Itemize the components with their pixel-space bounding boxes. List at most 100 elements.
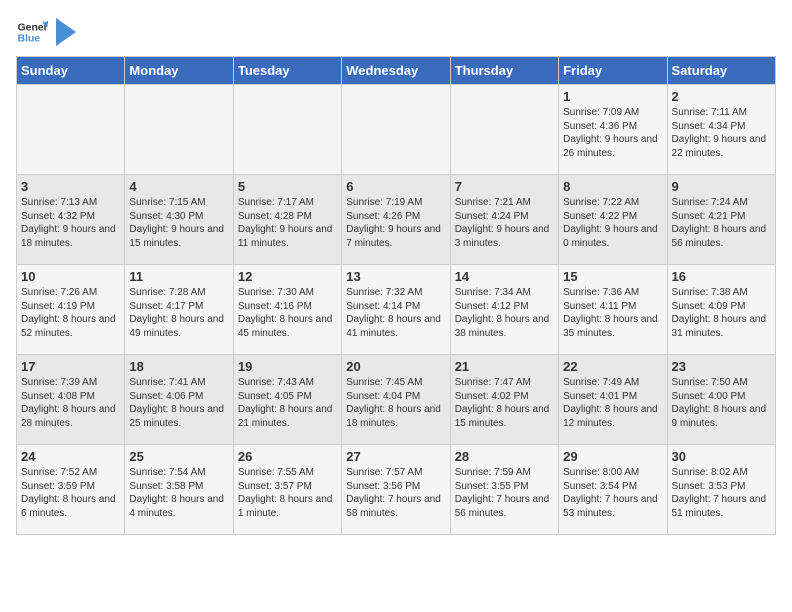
calendar-week-row: 24Sunrise: 7:52 AM Sunset: 3:59 PM Dayli… xyxy=(17,445,776,535)
weekday-header-sunday: Sunday xyxy=(17,57,125,85)
day-info: Sunrise: 7:55 AM Sunset: 3:57 PM Dayligh… xyxy=(238,466,337,520)
day-info: Sunrise: 7:19 AM Sunset: 4:26 PM Dayligh… xyxy=(346,196,445,250)
calendar-day-cell: 18Sunrise: 7:41 AM Sunset: 4:06 PM Dayli… xyxy=(125,355,233,445)
svg-text:Blue: Blue xyxy=(18,34,41,45)
calendar-empty-cell xyxy=(17,85,125,175)
calendar-day-cell: 23 Sunrise: 7:50 AM Sunset: 4:00 PM Dayli… xyxy=(667,355,775,445)
calendar-day-cell: 28 Sunrise: 7:59 AM Sunset: 3:55 PM Dayli… xyxy=(450,445,558,535)
calendar-week-row: 10 Sunrise: 7:26 AM Sunset: 4:19 PM Dayli… xyxy=(17,265,776,355)
day-number: 23 xyxy=(672,359,771,374)
day-number: 13 xyxy=(346,269,445,284)
calendar-day-cell: 14 Sunrise: 7:34 AM Sunset: 4:12 PM Dayli… xyxy=(450,265,558,355)
calendar-empty-cell xyxy=(342,85,450,175)
day-info: Sunrise: 7:59 AM Sunset: 3:55 PM Dayligh… xyxy=(455,466,554,520)
day-number: 25 xyxy=(129,449,228,464)
day-info: Sunrise: 7:50 AM Sunset: 4:00 PM Dayligh… xyxy=(672,376,771,430)
calendar-day-cell: 1 Sunrise: 7:09 AM Sunset: 4:36 PM Daylig… xyxy=(559,85,667,175)
calendar-day-cell: 11 Sunrise: 7:28 AM Sunset: 4:17 PM Dayli… xyxy=(125,265,233,355)
logo: General Blue xyxy=(16,16,76,48)
day-number: 4 xyxy=(129,179,228,194)
day-info: Sunrise: 7:26 AM Sunset: 4:19 PM Dayligh… xyxy=(21,286,120,340)
weekday-header-monday: Monday xyxy=(125,57,233,85)
day-info: Sunrise: 7:30 AM Sunset: 4:16 PM Dayligh… xyxy=(238,286,337,340)
day-info: Sunrise: 7:41 AM Sunset: 4:06 PM Dayligh… xyxy=(129,376,228,430)
calendar-day-cell: 29Sunrise: 8:00 AM Sunset: 3:54 PM Dayli… xyxy=(559,445,667,535)
day-number: 16 xyxy=(672,269,771,284)
calendar-day-cell: 10 Sunrise: 7:26 AM Sunset: 4:19 PM Dayli… xyxy=(17,265,125,355)
day-number: 8 xyxy=(563,179,662,194)
day-number: 22 xyxy=(563,359,662,374)
calendar-day-cell: 27Sunrise: 7:57 AM Sunset: 3:56 PM Dayli… xyxy=(342,445,450,535)
day-info: Sunrise: 7:28 AM Sunset: 4:17 PM Dayligh… xyxy=(129,286,228,340)
weekday-header-thursday: Thursday xyxy=(450,57,558,85)
calendar-table: SundayMondayTuesdayWednesdayThursdayFrid… xyxy=(16,56,776,535)
day-number: 27 xyxy=(346,449,445,464)
calendar-empty-cell xyxy=(450,85,558,175)
day-info: Sunrise: 7:24 AM Sunset: 4:21 PM Dayligh… xyxy=(672,196,771,250)
day-info: Sunrise: 7:52 AM Sunset: 3:59 PM Dayligh… xyxy=(21,466,120,520)
weekday-header-wednesday: Wednesday xyxy=(342,57,450,85)
day-info: Sunrise: 7:43 AM Sunset: 4:05 PM Dayligh… xyxy=(238,376,337,430)
calendar-day-cell: 24Sunrise: 7:52 AM Sunset: 3:59 PM Dayli… xyxy=(17,445,125,535)
header: General Blue xyxy=(16,16,776,48)
day-number: 5 xyxy=(238,179,337,194)
day-number: 28 xyxy=(455,449,554,464)
calendar-week-row: 1 Sunrise: 7:09 AM Sunset: 4:36 PM Daylig… xyxy=(17,85,776,175)
calendar-day-cell: 26Sunrise: 7:55 AM Sunset: 3:57 PM Dayli… xyxy=(233,445,341,535)
calendar-day-cell: 13 Sunrise: 7:32 AM Sunset: 4:14 PM Dayli… xyxy=(342,265,450,355)
day-info: Sunrise: 8:02 AM Sunset: 3:53 PM Dayligh… xyxy=(672,466,771,520)
day-info: Sunrise: 7:34 AM Sunset: 4:12 PM Dayligh… xyxy=(455,286,554,340)
calendar-body: 1 Sunrise: 7:09 AM Sunset: 4:36 PM Daylig… xyxy=(17,85,776,535)
day-info: Sunrise: 7:22 AM Sunset: 4:22 PM Dayligh… xyxy=(563,196,662,250)
day-info: Sunrise: 7:21 AM Sunset: 4:24 PM Dayligh… xyxy=(455,196,554,250)
day-number: 10 xyxy=(21,269,120,284)
weekday-header-tuesday: Tuesday xyxy=(233,57,341,85)
day-info: Sunrise: 7:32 AM Sunset: 4:14 PM Dayligh… xyxy=(346,286,445,340)
weekday-header-friday: Friday xyxy=(559,57,667,85)
calendar-week-row: 3Sunrise: 7:13 AM Sunset: 4:32 PM Daylig… xyxy=(17,175,776,265)
calendar-day-cell: 8 Sunrise: 7:22 AM Sunset: 4:22 PM Daylig… xyxy=(559,175,667,265)
day-number: 2 xyxy=(672,89,771,104)
day-info: Sunrise: 7:09 AM Sunset: 4:36 PM Dayligh… xyxy=(563,106,662,160)
day-number: 9 xyxy=(672,179,771,194)
day-number: 30 xyxy=(672,449,771,464)
calendar-day-cell: 21 Sunrise: 7:47 AM Sunset: 4:02 PM Dayli… xyxy=(450,355,558,445)
calendar-header: SundayMondayTuesdayWednesdayThursdayFrid… xyxy=(17,57,776,85)
calendar-day-cell: 19 Sunrise: 7:43 AM Sunset: 4:05 PM Dayli… xyxy=(233,355,341,445)
day-info: Sunrise: 7:49 AM Sunset: 4:01 PM Dayligh… xyxy=(563,376,662,430)
day-number: 14 xyxy=(455,269,554,284)
day-info: Sunrise: 7:15 AM Sunset: 4:30 PM Dayligh… xyxy=(129,196,228,250)
day-number: 7 xyxy=(455,179,554,194)
day-info: Sunrise: 7:13 AM Sunset: 4:32 PM Dayligh… xyxy=(21,196,120,250)
day-number: 6 xyxy=(346,179,445,194)
logo-icon: General Blue xyxy=(16,16,48,48)
calendar-day-cell: 7 Sunrise: 7:21 AM Sunset: 4:24 PM Daylig… xyxy=(450,175,558,265)
calendar-day-cell: 3Sunrise: 7:13 AM Sunset: 4:32 PM Daylig… xyxy=(17,175,125,265)
calendar-day-cell: 15Sunrise: 7:36 AM Sunset: 4:11 PM Dayli… xyxy=(559,265,667,355)
calendar-day-cell: 17 Sunrise: 7:39 AM Sunset: 4:08 PM Dayli… xyxy=(17,355,125,445)
day-info: Sunrise: 7:54 AM Sunset: 3:58 PM Dayligh… xyxy=(129,466,228,520)
calendar-empty-cell xyxy=(125,85,233,175)
calendar-day-cell: 2 Sunrise: 7:11 AM Sunset: 4:34 PM Daylig… xyxy=(667,85,775,175)
day-number: 19 xyxy=(238,359,337,374)
calendar-day-cell: 30 Sunrise: 8:02 AM Sunset: 3:53 PM Dayli… xyxy=(667,445,775,535)
calendar-week-row: 17 Sunrise: 7:39 AM Sunset: 4:08 PM Dayli… xyxy=(17,355,776,445)
day-number: 1 xyxy=(563,89,662,104)
day-info: Sunrise: 7:39 AM Sunset: 4:08 PM Dayligh… xyxy=(21,376,120,430)
calendar-day-cell: 22 Sunrise: 7:49 AM Sunset: 4:01 PM Dayli… xyxy=(559,355,667,445)
day-number: 11 xyxy=(129,269,228,284)
day-info: Sunrise: 7:47 AM Sunset: 4:02 PM Dayligh… xyxy=(455,376,554,430)
calendar-day-cell: 4 Sunrise: 7:15 AM Sunset: 4:30 PM Daylig… xyxy=(125,175,233,265)
day-info: Sunrise: 7:45 AM Sunset: 4:04 PM Dayligh… xyxy=(346,376,445,430)
calendar-day-cell: 9 Sunrise: 7:24 AM Sunset: 4:21 PM Daylig… xyxy=(667,175,775,265)
calendar-empty-cell xyxy=(233,85,341,175)
calendar-day-cell: 16Sunrise: 7:38 AM Sunset: 4:09 PM Dayli… xyxy=(667,265,775,355)
day-number: 21 xyxy=(455,359,554,374)
calendar-day-cell: 12Sunrise: 7:30 AM Sunset: 4:16 PM Dayli… xyxy=(233,265,341,355)
day-info: Sunrise: 7:11 AM Sunset: 4:34 PM Dayligh… xyxy=(672,106,771,160)
day-number: 20 xyxy=(346,359,445,374)
calendar-day-cell: 25 Sunrise: 7:54 AM Sunset: 3:58 PM Dayli… xyxy=(125,445,233,535)
day-number: 17 xyxy=(21,359,120,374)
day-number: 29 xyxy=(563,449,662,464)
calendar-day-cell: 20 Sunrise: 7:45 AM Sunset: 4:04 PM Dayli… xyxy=(342,355,450,445)
